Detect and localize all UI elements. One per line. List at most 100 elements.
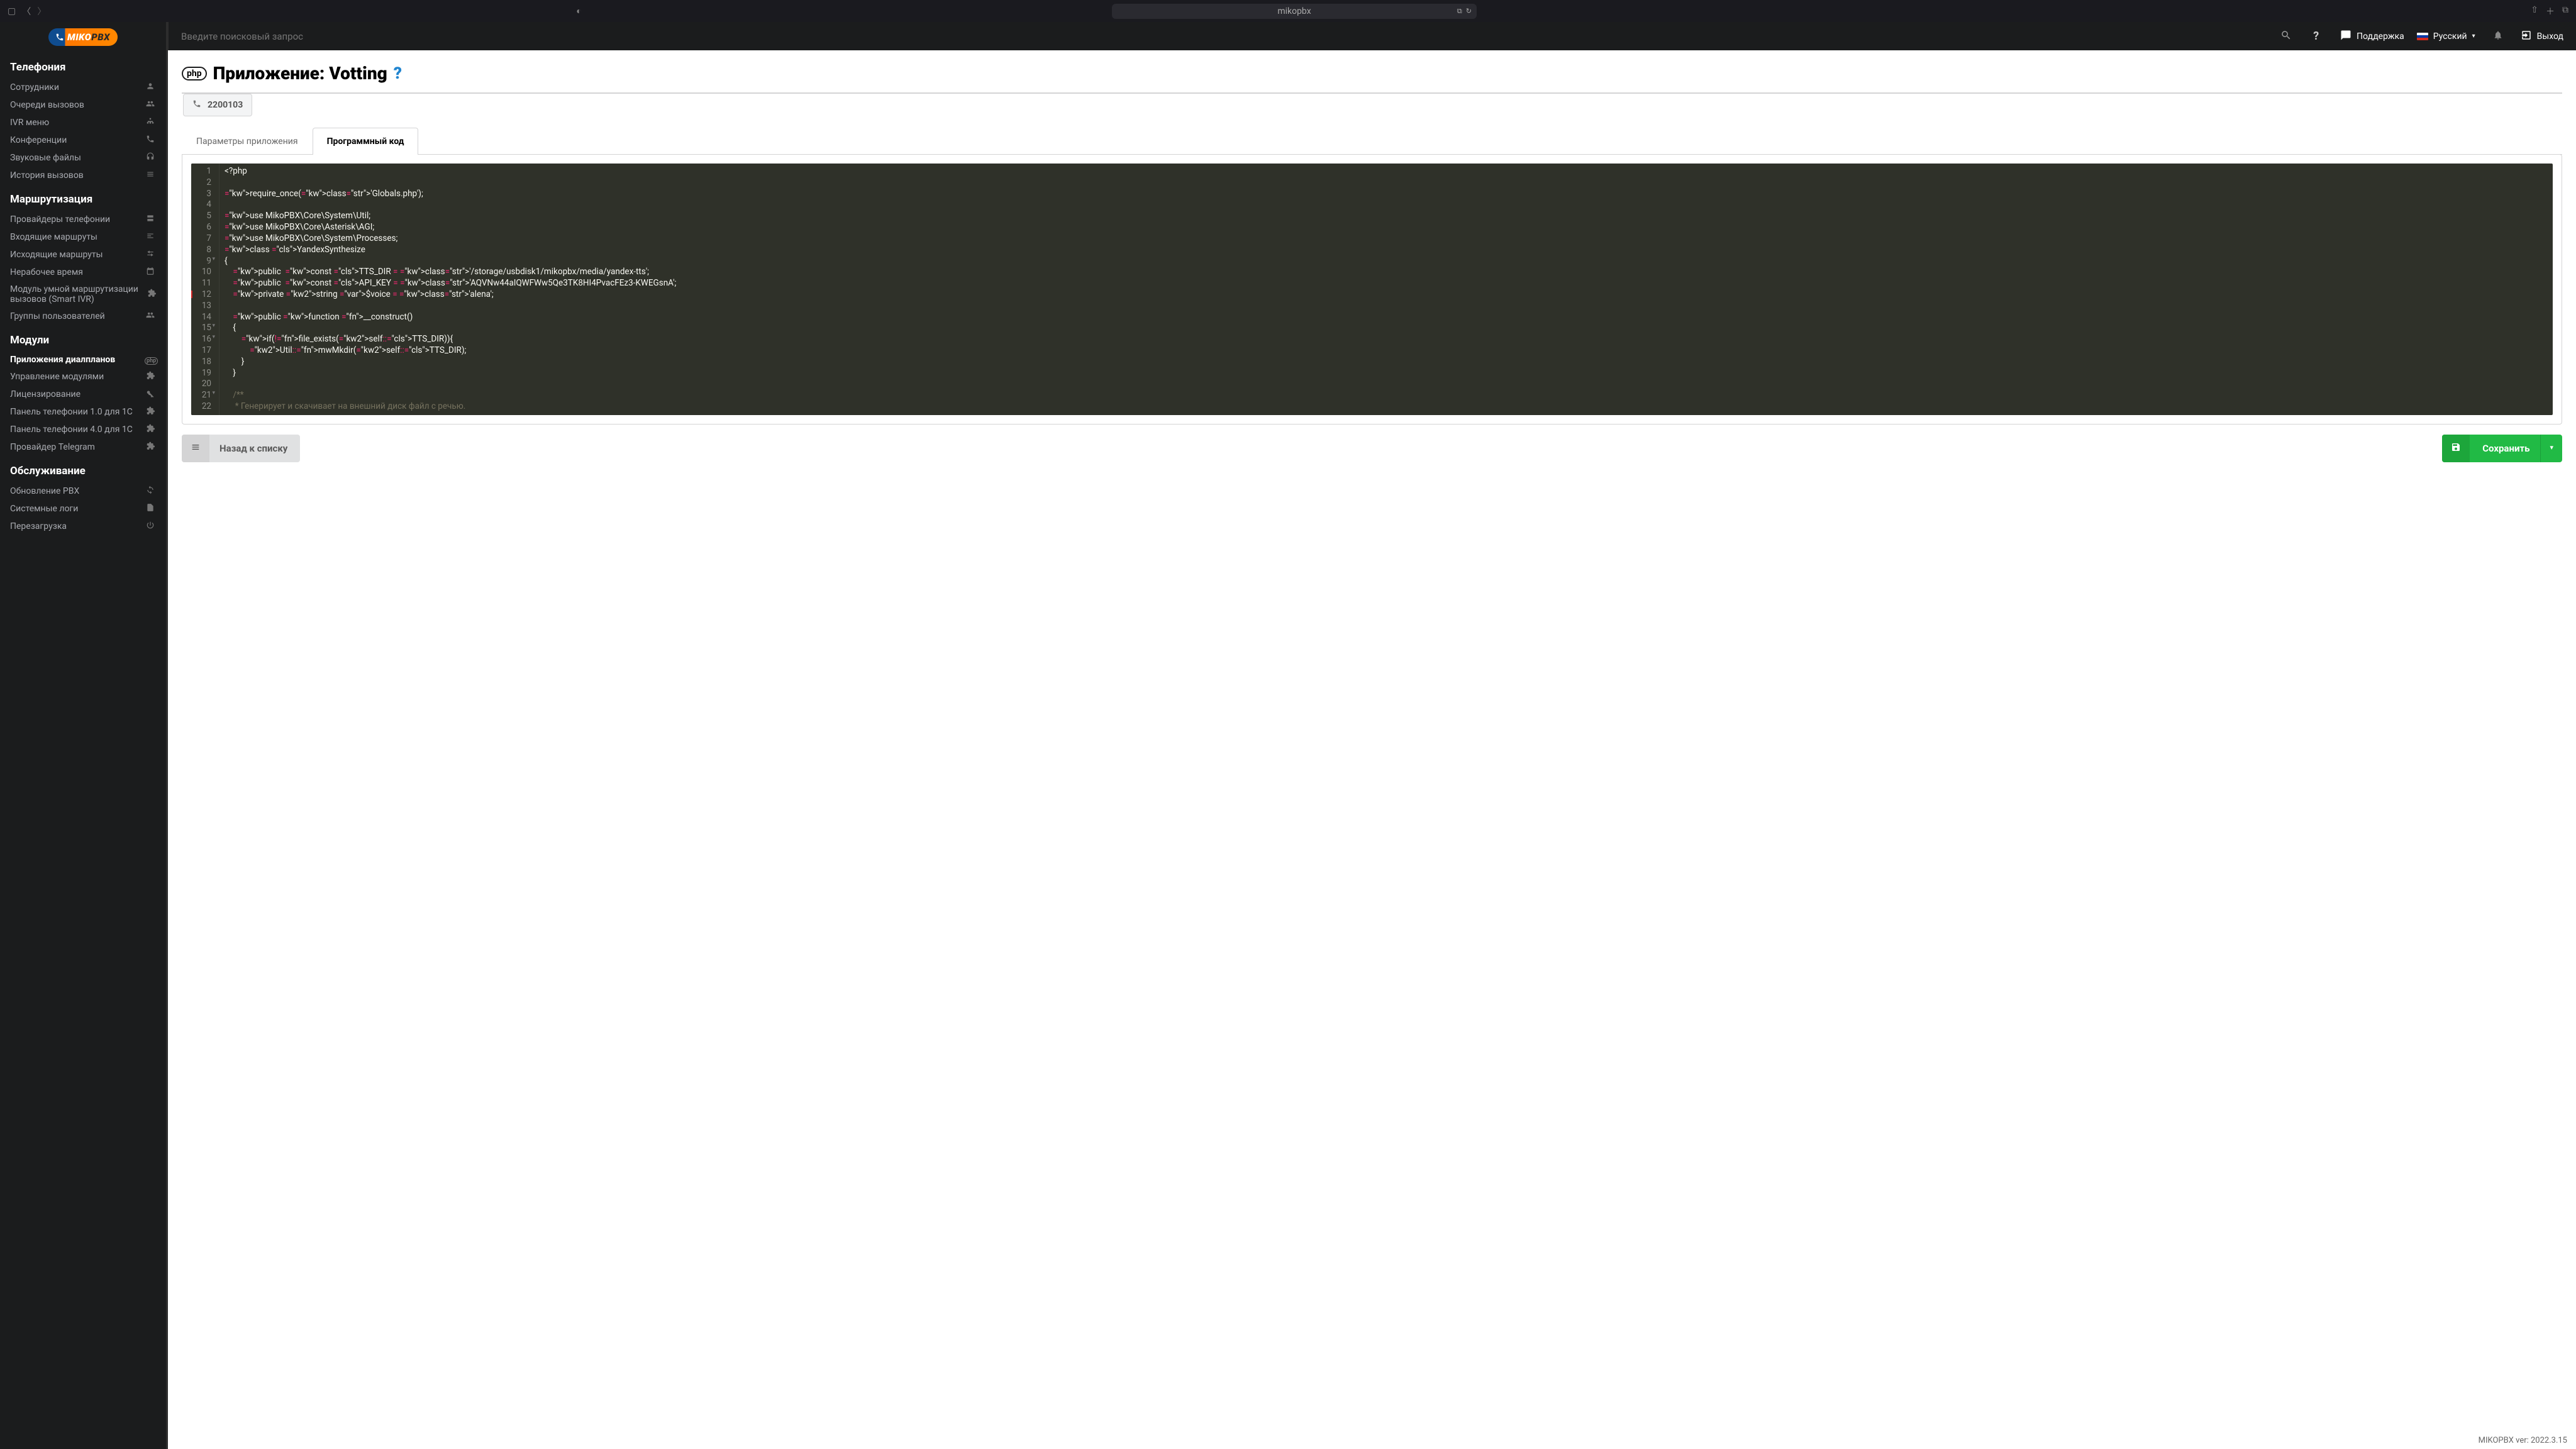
logo[interactable]: MIKOPBX — [0, 22, 166, 52]
sidebar-section-title: Телефония — [0, 52, 166, 79]
help-icon[interactable]: ? — [2304, 30, 2328, 43]
logo-miko: MIKO — [67, 31, 91, 43]
chat-icon — [2340, 30, 2351, 43]
topbar: ? Поддержка Русский ▾ Выход — [168, 22, 2576, 50]
php-icon: php — [145, 355, 156, 365]
save-button[interactable]: Сохранить — [2442, 435, 2542, 462]
sidebar-item-label: Панель телефонии 1.0 для 1С — [10, 407, 133, 417]
shield-icon[interactable]: ◐ — [576, 6, 581, 16]
sidebar-item[interactable]: Лицензирование — [0, 386, 166, 403]
save-label: Сохранить — [2482, 443, 2529, 454]
nav-back-icon[interactable]: 〈 — [22, 5, 31, 18]
sidebar-toggle-icon[interactable]: ▢ — [8, 6, 16, 16]
sync-icon — [145, 486, 156, 497]
url-bar[interactable]: mikopbx ⧉ ↻ — [1112, 4, 1477, 19]
sidebar-item[interactable]: Провайдеры телефонии — [0, 211, 166, 228]
language-select[interactable]: Русский ▾ — [2417, 31, 2475, 42]
editor-gutter: 123456789▾101112✕131415▾16▾1718192021▾22 — [191, 164, 219, 415]
tab-code[interactable]: Программный код — [313, 128, 419, 155]
random-icon — [145, 249, 156, 260]
list-icon — [182, 435, 209, 462]
tabs: Параметры приложения Программный код — [182, 128, 2562, 155]
php-badge: php — [182, 67, 207, 80]
share-icon[interactable]: ⇧ — [2531, 5, 2538, 18]
key-icon — [145, 389, 156, 400]
puzzle-icon — [145, 371, 156, 382]
sidebar-item[interactable]: Панель телефонии 4.0 для 1С — [0, 421, 166, 438]
sidebar-item-label: Исходящие маршруты — [10, 250, 103, 260]
save-icon — [2442, 435, 2470, 462]
page-title: Приложение: Votting — [213, 63, 387, 84]
sidebar-item-label: Входящие маршруты — [10, 232, 97, 242]
search-icon[interactable] — [2280, 30, 2292, 43]
support-link[interactable]: Поддержка — [2340, 30, 2404, 43]
url-text: mikopbx — [1277, 6, 1311, 16]
nav-fwd-icon[interactable]: 〉 — [37, 5, 46, 18]
sidebar-item[interactable]: История вызовов — [0, 167, 166, 184]
flag-ru-icon — [2417, 33, 2428, 40]
sidebar-item-label: Системные логи — [10, 504, 78, 514]
phone-icon — [52, 31, 67, 43]
extension-number: 2200103 — [208, 100, 243, 110]
title-help-icon[interactable]: ? — [394, 64, 402, 83]
sidebar-item[interactable]: Модуль умной маршрутизации вызовов (Smar… — [0, 281, 166, 308]
sidebar-item-label: Панель телефонии 4.0 для 1С — [10, 425, 133, 435]
language-label: Русский — [2433, 31, 2467, 42]
back-label: Назад к списку — [219, 443, 287, 454]
support-label: Поддержка — [2357, 31, 2404, 42]
puzzle-icon — [145, 441, 156, 453]
sidebar-item[interactable]: Конференции — [0, 131, 166, 149]
search-input[interactable] — [181, 26, 2268, 47]
sidebar-item[interactable]: Обновление PBX — [0, 482, 166, 500]
new-tab-icon[interactable]: ＋ — [2546, 5, 2555, 18]
puzzle-icon — [145, 406, 156, 418]
editor-code[interactable]: <?php ="kw">require_once(="kw">class="st… — [219, 164, 2553, 415]
headphones-icon — [145, 152, 156, 164]
sidebar-item-label: IVR меню — [10, 118, 49, 128]
reload-icon[interactable]: ↻ — [1466, 7, 1472, 16]
code-editor[interactable]: 123456789▾101112✕131415▾16▾1718192021▾22… — [191, 164, 2553, 415]
extension-chip: 2200103 — [183, 94, 252, 116]
sidebar-item[interactable]: Группы пользователей — [0, 308, 166, 325]
back-button[interactable]: Назад к списку — [182, 435, 300, 462]
sidebar-item[interactable]: Системные логи — [0, 500, 166, 518]
sidebar-item[interactable]: Входящие маршруты — [0, 228, 166, 246]
sidebar-item[interactable]: Очереди вызовов — [0, 96, 166, 114]
sidebar-item-label: Модуль умной маршрутизации вызовов (Smar… — [10, 284, 147, 304]
sidebar-item[interactable]: Нерабочее время — [0, 264, 166, 281]
tab-params[interactable]: Параметры приложения — [182, 128, 313, 155]
in-icon — [145, 231, 156, 243]
sidebar-item[interactable]: Звуковые файлы — [0, 149, 166, 167]
tabs-icon[interactable]: ⧉ — [2562, 5, 2568, 18]
sidebar-item[interactable]: Сотрудники — [0, 79, 166, 96]
sidebar-item-label: История вызовов — [10, 170, 84, 180]
code-panel: 123456789▾101112✕131415▾16▾1718192021▾22… — [182, 154, 2562, 425]
users-icon — [145, 99, 156, 111]
sidebar-item[interactable]: Приложения диалплановphp — [0, 352, 166, 368]
sidebar-item-label: Нерабочее время — [10, 267, 83, 277]
sidebar-item[interactable]: Исходящие маршруты — [0, 246, 166, 264]
sidebar-item-label: Конференции — [10, 135, 67, 145]
sidebar-item-label: Очереди вызовов — [10, 100, 84, 110]
sidebar-item-label: Перезагрузка — [10, 521, 67, 531]
sidebar-item-label: Провайдеры телефонии — [10, 214, 110, 225]
chevron-down-icon: ▾ — [2550, 443, 2553, 452]
sidebar-item-label: Звуковые файлы — [10, 153, 81, 163]
sidebar-item[interactable]: Перезагрузка — [0, 518, 166, 535]
sidebar-item[interactable]: IVR меню — [0, 114, 166, 131]
bell-icon[interactable] — [2488, 30, 2508, 43]
sidebar-item[interactable]: Панель телефонии 1.0 для 1С — [0, 403, 166, 421]
user-icon — [145, 82, 156, 93]
sidebar-item-label: Управление модулями — [10, 372, 104, 382]
sidebar-item-label: Сотрудники — [10, 82, 59, 92]
sidebar-item-label: Лицензирование — [10, 389, 80, 399]
translate-icon[interactable]: ⧉ — [1457, 7, 1462, 16]
logout-link[interactable]: Выход — [2521, 30, 2563, 43]
save-dropdown[interactable]: ▾ — [2540, 435, 2562, 462]
puzzle-icon — [145, 424, 156, 435]
sidebar-item[interactable]: Провайдер Telegram — [0, 438, 166, 456]
file-icon — [145, 503, 156, 514]
sitemap-icon — [145, 117, 156, 128]
sidebar-item[interactable]: Управление модулями — [0, 368, 166, 386]
phone-vol-icon — [145, 135, 156, 146]
